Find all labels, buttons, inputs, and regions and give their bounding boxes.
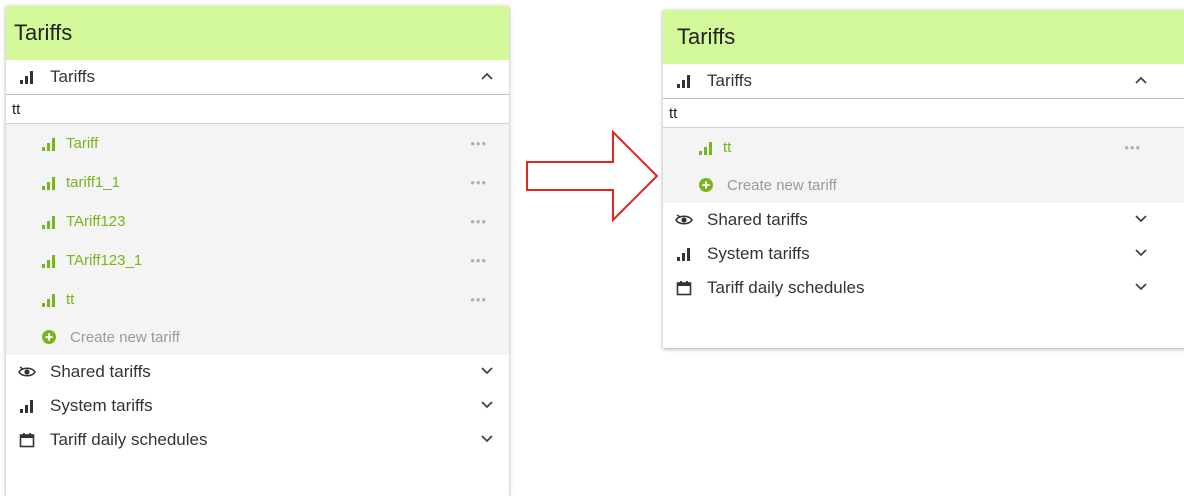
- create-label: Create new tariff: [70, 328, 180, 346]
- item-label: Tariff: [66, 135, 99, 152]
- bar-chart-icon: [42, 137, 58, 151]
- bar-chart-icon: [42, 176, 58, 190]
- bar-chart-icon: [42, 254, 58, 268]
- tariff-daily-schedules-section[interactable]: Tariff daily schedules: [6, 423, 509, 457]
- tariffs-panel-after: Tariffs Tariffs tt ••• Create new tariff…: [663, 10, 1184, 348]
- section-label: Shared tariffs: [707, 210, 808, 229]
- chevron-down-icon[interactable]: [1133, 211, 1149, 227]
- tariffs-section-label: Tariffs: [50, 67, 96, 86]
- bar-chart-icon: [673, 244, 695, 264]
- list-item[interactable]: TAriff123 •••: [6, 202, 509, 241]
- bar-chart-icon: [673, 71, 695, 91]
- list-item[interactable]: tt •••: [663, 128, 1184, 167]
- section-label: System tariffs: [707, 244, 810, 263]
- bar-chart-icon: [16, 396, 38, 416]
- tariff-daily-schedules-section[interactable]: Tariff daily schedules: [663, 271, 1184, 305]
- tariffs-section-header[interactable]: Tariffs: [6, 60, 509, 94]
- chevron-up-icon[interactable]: [479, 68, 495, 84]
- panel-title: Tariffs: [6, 6, 509, 60]
- bar-chart-icon: [42, 293, 58, 307]
- chevron-down-icon[interactable]: [479, 431, 495, 447]
- panel-title: Tariffs: [663, 10, 1184, 64]
- list-item[interactable]: Tariff •••: [6, 124, 509, 163]
- shared-icon: [16, 362, 38, 382]
- section-label: Tariff daily schedules: [50, 430, 208, 449]
- tariff-list: Tariff ••• tariff1_1 ••• TAriff123 ••• T…: [6, 124, 509, 355]
- search-input[interactable]: [669, 104, 1069, 122]
- bar-chart-icon: [16, 67, 38, 87]
- list-item[interactable]: tariff1_1 •••: [6, 163, 509, 202]
- chevron-down-icon[interactable]: [479, 397, 495, 413]
- search-box[interactable]: [663, 98, 1184, 128]
- section-label: Shared tariffs: [50, 362, 151, 381]
- item-label: TAriff123: [66, 213, 126, 230]
- more-options-icon[interactable]: •••: [470, 292, 487, 307]
- more-options-icon[interactable]: •••: [1124, 140, 1141, 155]
- search-box[interactable]: [6, 94, 509, 124]
- create-new-tariff-button[interactable]: Create new tariff: [6, 319, 509, 355]
- shared-tariffs-section[interactable]: Shared tariffs: [663, 203, 1184, 237]
- system-tariffs-section[interactable]: System tariffs: [663, 237, 1184, 271]
- item-label: tariff1_1: [66, 174, 120, 191]
- tariffs-panel-before: Tariffs Tariffs Tariff ••• tariff1_1 •••…: [6, 6, 509, 496]
- item-label: tt: [723, 139, 732, 156]
- more-options-icon[interactable]: •••: [470, 136, 487, 151]
- more-options-icon[interactable]: •••: [470, 253, 487, 268]
- tariff-list: tt ••• Create new tariff: [663, 128, 1184, 203]
- list-item[interactable]: tt •••: [6, 280, 509, 319]
- section-label: System tariffs: [50, 396, 153, 415]
- item-label: TAriff123_1: [66, 252, 143, 269]
- plus-circle-icon: [699, 178, 713, 192]
- shared-tariffs-section[interactable]: Shared tariffs: [6, 355, 509, 389]
- search-input[interactable]: [12, 100, 412, 118]
- transition-arrow-icon: [526, 130, 659, 222]
- system-tariffs-section[interactable]: System tariffs: [6, 389, 509, 423]
- bar-chart-icon: [699, 141, 715, 155]
- calendar-icon: [16, 430, 38, 450]
- bar-chart-icon: [42, 215, 58, 229]
- chevron-down-icon[interactable]: [479, 363, 495, 379]
- chevron-down-icon[interactable]: [1133, 245, 1149, 261]
- section-label: Tariff daily schedules: [707, 278, 865, 297]
- chevron-down-icon[interactable]: [1133, 279, 1149, 295]
- tariffs-section-label: Tariffs: [707, 71, 753, 90]
- shared-icon: [673, 210, 695, 230]
- more-options-icon[interactable]: •••: [470, 175, 487, 190]
- plus-circle-icon: [42, 330, 56, 344]
- create-label: Create new tariff: [727, 176, 837, 194]
- chevron-up-icon[interactable]: [1133, 72, 1149, 88]
- calendar-icon: [673, 278, 695, 298]
- create-new-tariff-button[interactable]: Create new tariff: [663, 167, 1184, 203]
- item-label: tt: [66, 291, 75, 308]
- more-options-icon[interactable]: •••: [470, 214, 487, 229]
- tariffs-section-header[interactable]: Tariffs: [663, 64, 1184, 98]
- list-item[interactable]: TAriff123_1 •••: [6, 241, 509, 280]
